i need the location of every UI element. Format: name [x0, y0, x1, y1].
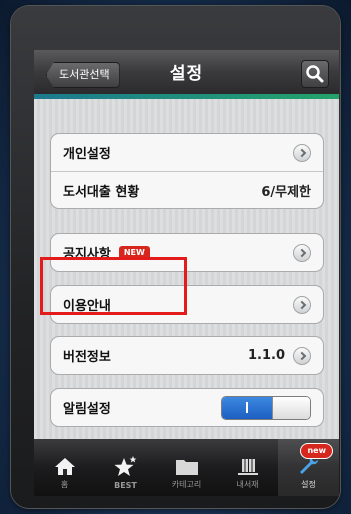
settings-group-notification: 알림설정: [50, 388, 324, 427]
chevron-right-icon: [293, 346, 311, 365]
tab-category[interactable]: 카테고리: [156, 439, 217, 496]
tab-new-badge: new: [300, 443, 333, 459]
tab-settings[interactable]: 설정 new: [278, 439, 339, 496]
settings-group-version: 버전정보 1.1.0: [50, 336, 324, 375]
personal-settings-label: 개인설정: [63, 147, 111, 162]
folder-icon: [175, 460, 198, 475]
tab-best-label: BEST: [114, 481, 137, 490]
personal-settings-row[interactable]: 개인설정: [51, 134, 323, 171]
home-icon: [54, 458, 75, 475]
version-info-row[interactable]: 버전정보 1.1.0: [51, 337, 323, 374]
chevron-right-icon: [293, 143, 311, 162]
chevron-right-icon: [293, 295, 311, 314]
notification-toggle[interactable]: [221, 395, 311, 420]
star-icon: [114, 456, 136, 476]
notification-settings-row: 알림설정: [51, 389, 323, 426]
tablet-device-frame: 도서관선택 설정 개인설정 도서대출 현황 6/무제한 공지사항 NEW 이용안…: [11, 6, 340, 508]
search-button[interactable]: [301, 60, 329, 88]
navigation-bar: 도서관선택 설정: [34, 50, 339, 94]
toggle-knob: [272, 396, 310, 419]
tab-settings-label: 설정: [301, 480, 316, 489]
settings-content: 개인설정 도서대출 현황 6/무제한 공지사항 NEW 이용안내 버전정보 1.…: [34, 99, 339, 459]
bookshelf-icon: [237, 459, 258, 475]
loan-status-label: 도서대출 현황: [63, 184, 140, 200]
tab-bar: 홈 BEST 카테고리 내서재 설정 new: [34, 439, 339, 496]
page-title: 설정: [169, 64, 204, 84]
tab-home[interactable]: 홈: [34, 439, 95, 496]
toggle-on-side: [222, 396, 272, 419]
toggle-on-mark: [246, 402, 248, 413]
chevron-right-icon: [293, 243, 311, 262]
settings-group-personal: 개인설정 도서대출 현황 6/무제한: [50, 133, 324, 209]
notice-highlight-box: [40, 257, 187, 315]
version-value: 1.1.0: [247, 348, 285, 363]
notification-settings-label: 알림설정: [63, 402, 111, 417]
tab-my-library-label: 내서재: [236, 480, 259, 489]
loan-status-row: 도서대출 현황 6/무제한: [51, 171, 323, 208]
tab-best[interactable]: BEST: [95, 439, 156, 496]
tab-home-label: 홈: [60, 480, 69, 489]
tab-my-library[interactable]: 내서재: [217, 439, 278, 496]
tab-category-label: 카테고리: [171, 480, 202, 489]
search-icon: [306, 65, 324, 83]
app-screen: 도서관선택 설정 개인설정 도서대출 현황 6/무제한 공지사항 NEW 이용안…: [34, 50, 339, 496]
loan-status-value: 6/무제한: [261, 184, 311, 200]
version-info-label: 버전정보: [63, 350, 111, 365]
